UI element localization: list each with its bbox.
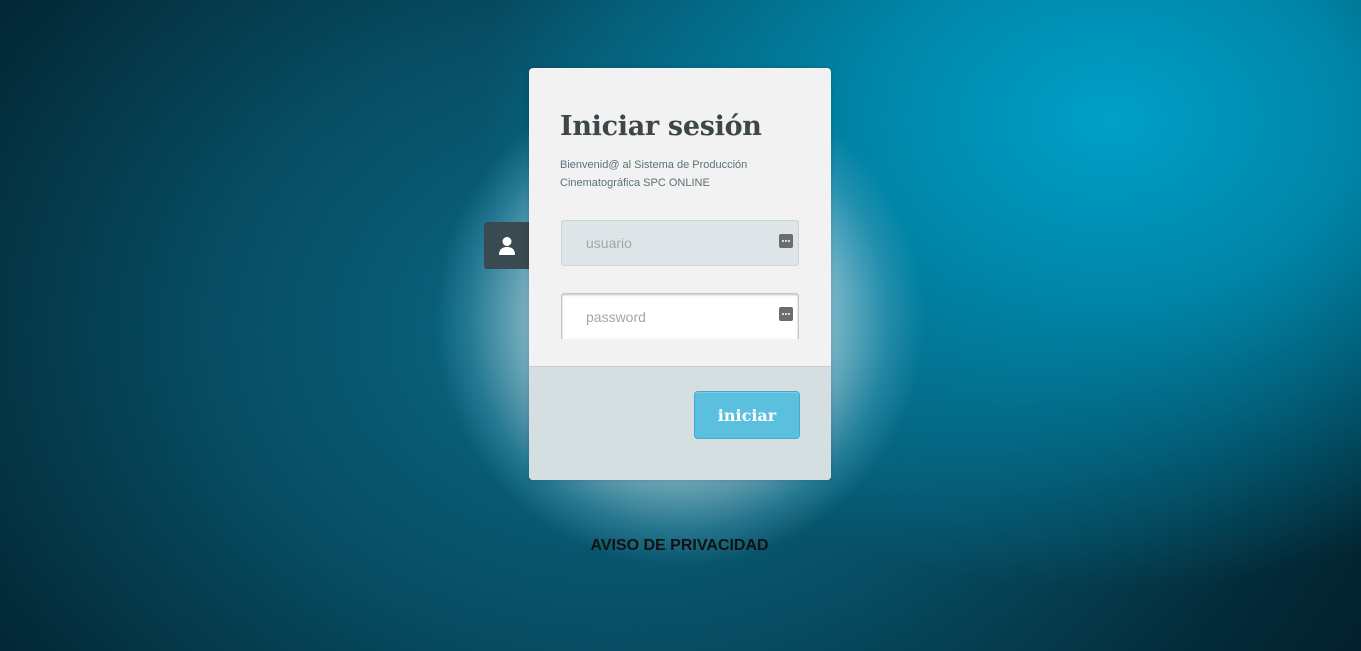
password-manager-key-icon[interactable] xyxy=(779,234,793,248)
login-button[interactable]: iniciar xyxy=(694,391,800,439)
username-field[interactable] xyxy=(561,220,799,266)
user-icon-badge xyxy=(484,222,530,269)
password-field[interactable] xyxy=(561,293,799,339)
password-input[interactable] xyxy=(562,294,776,339)
user-icon xyxy=(499,236,515,255)
login-form-body: Iniciar sesión Bienvenid@ al Sistema de … xyxy=(529,68,831,325)
login-card-footer: iniciar xyxy=(529,366,831,480)
password-manager-key-icon[interactable] xyxy=(779,307,793,321)
privacy-notice-link[interactable]: AVISO DE PRIVACIDAD xyxy=(0,537,1359,555)
username-input[interactable] xyxy=(562,221,776,265)
login-subtitle: Bienvenid@ al Sistema de Producción Cine… xyxy=(560,159,748,189)
login-card: Iniciar sesión Bienvenid@ al Sistema de … xyxy=(529,68,831,480)
login-title: Iniciar sesión xyxy=(560,111,762,142)
